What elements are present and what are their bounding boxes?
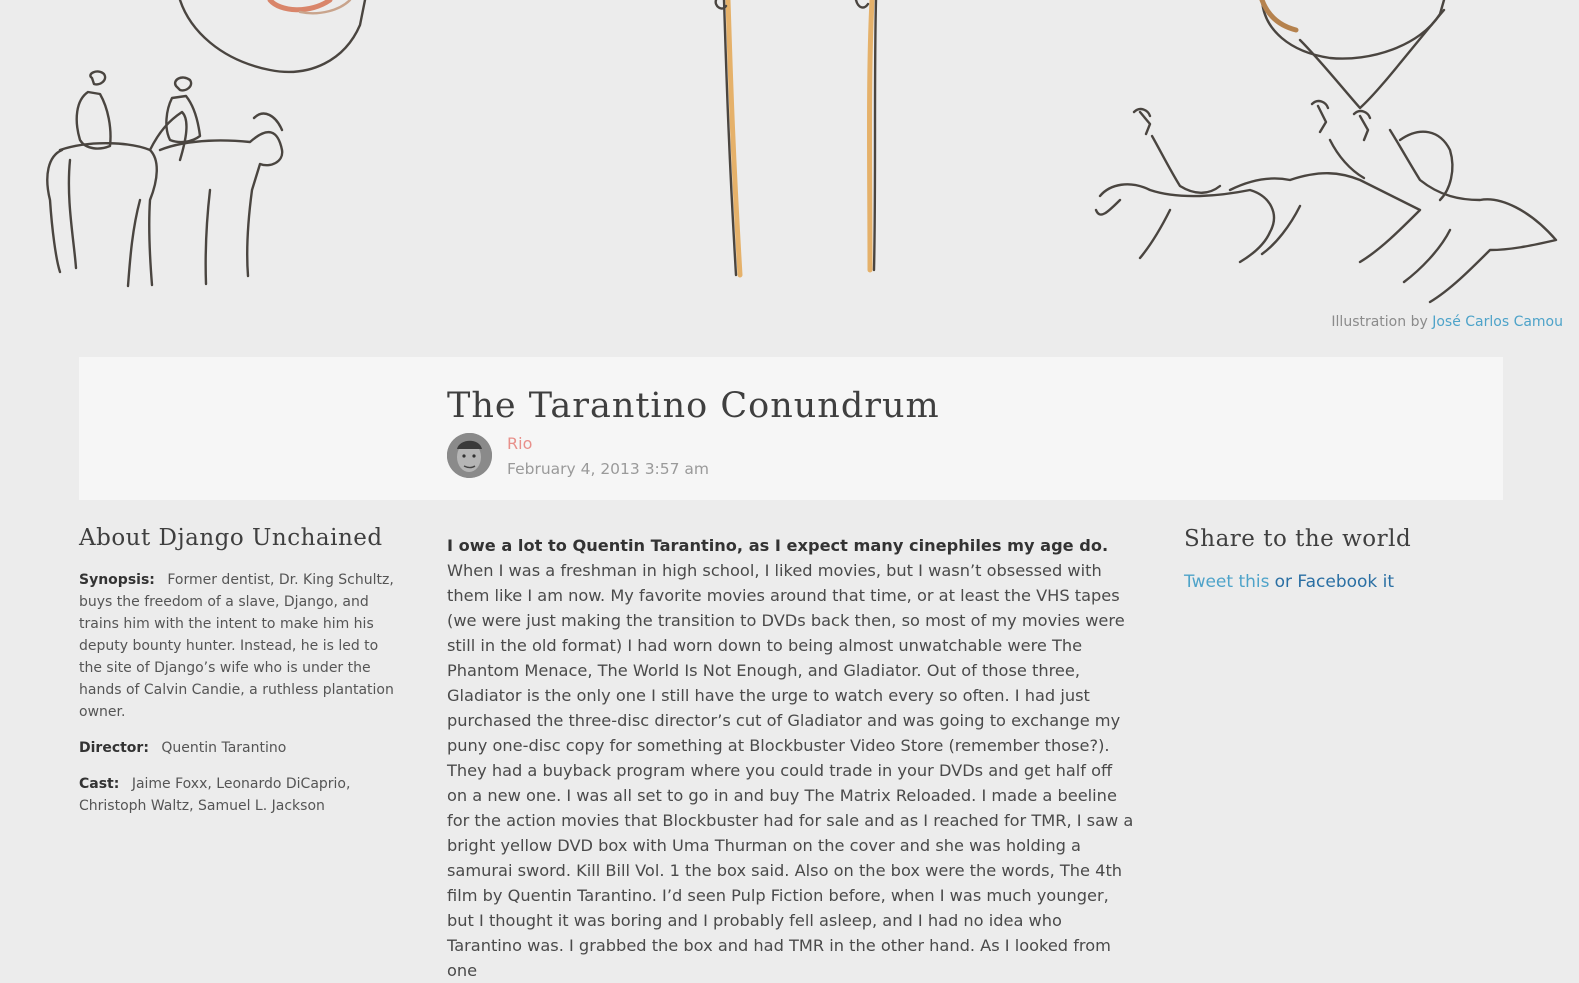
illustration-credit: Illustration by José Carlos Camou xyxy=(1331,314,1563,330)
cast: Cast: Jaime Foxx, Leonardo DiCaprio, Chr… xyxy=(79,773,404,817)
article-lead: I owe a lot to Quentin Tarantino, as I e… xyxy=(447,536,1109,555)
director-label: Director: xyxy=(79,740,149,756)
author-link[interactable]: Rio xyxy=(507,434,532,453)
avatar-photo xyxy=(447,433,492,478)
post-title: The Tarantino Conundrum xyxy=(447,386,940,426)
synopsis: Synopsis: Former dentist, Dr. King Schul… xyxy=(79,569,404,723)
illustrator-link[interactable]: José Carlos Camou xyxy=(1432,314,1563,330)
facebook-link[interactable]: or Facebook it xyxy=(1275,572,1394,592)
post-header-card xyxy=(79,357,1503,500)
post-date: February 4, 2013 3:57 am xyxy=(507,460,710,478)
share-heading: Share to the world xyxy=(1184,526,1412,552)
about-heading: About Django Unchained xyxy=(79,525,383,551)
tweet-link[interactable]: Tweet this xyxy=(1184,572,1269,592)
synopsis-text: Former dentist, Dr. King Schultz, buys t… xyxy=(79,572,394,720)
synopsis-label: Synopsis: xyxy=(79,572,155,588)
director-name: Quentin Tarantino xyxy=(161,740,287,756)
hero-illustration: Illustration by José Carlos Camou xyxy=(0,0,1579,345)
cast-label: Cast: xyxy=(79,776,120,792)
cast-list: Jaime Foxx, Leonardo DiCaprio, Christoph… xyxy=(79,776,351,814)
share-panel: Share to the world Tweet this or Faceboo… xyxy=(1184,526,1411,592)
article-body: I owe a lot to Quentin Tarantino, as I e… xyxy=(447,533,1137,983)
credit-prefix: Illustration by xyxy=(1331,314,1428,330)
western-illustration xyxy=(46,0,1558,304)
movie-info-sidebar: About Django Unchained Synopsis: Former … xyxy=(79,525,404,831)
director: Director: Quentin Tarantino xyxy=(79,737,404,759)
author-avatar[interactable] xyxy=(447,433,492,478)
article-text: When I was a freshman in high school, I … xyxy=(447,561,1134,980)
